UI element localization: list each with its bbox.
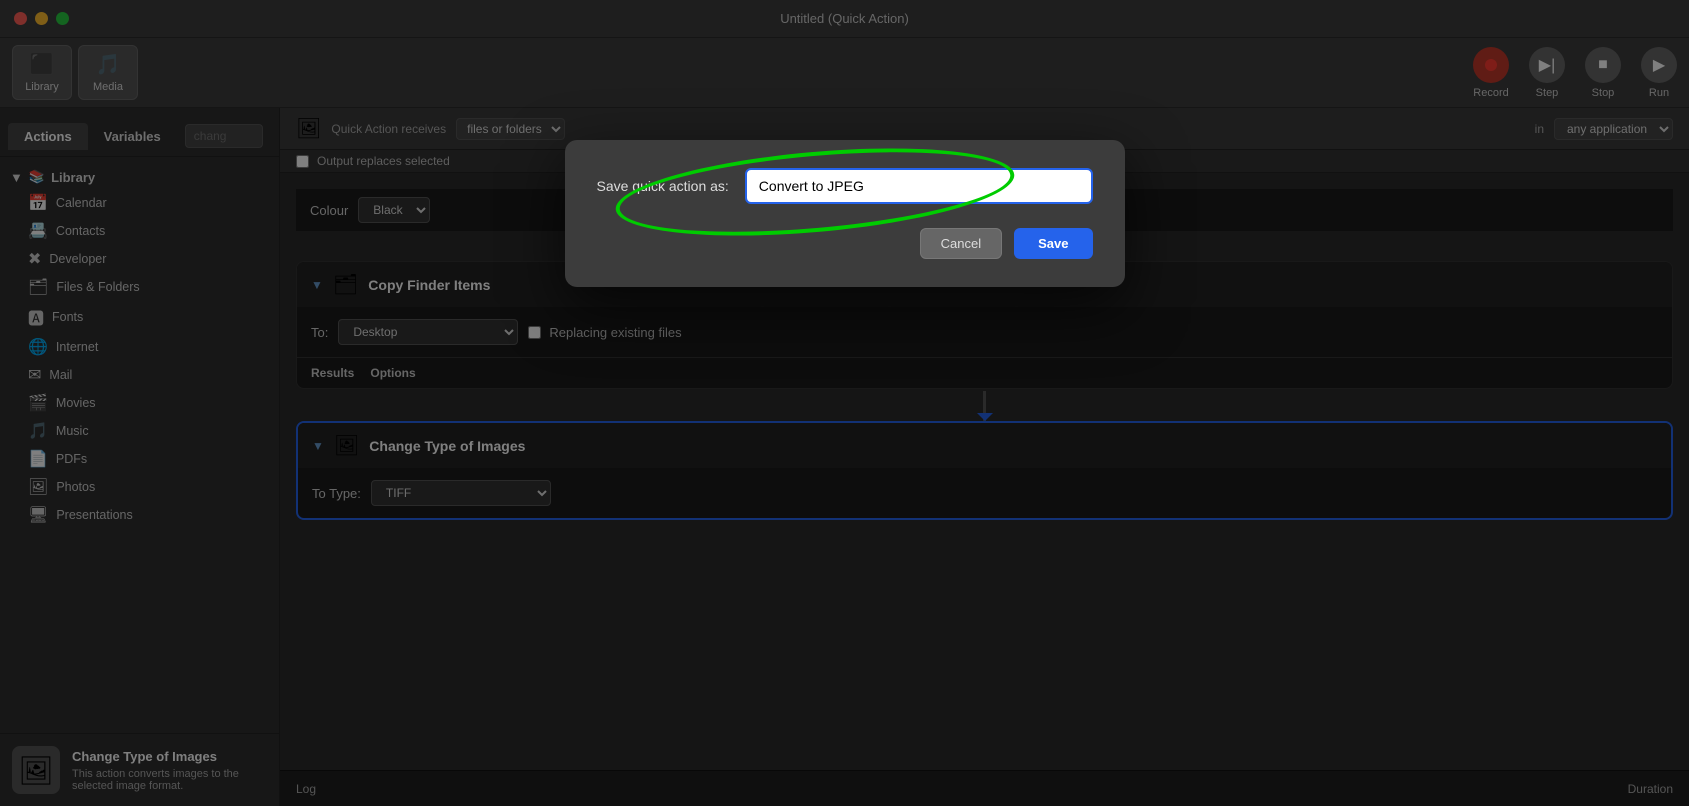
save-button[interactable]: Save [1014,228,1092,259]
modal-input-row: Save quick action as: [597,168,1093,204]
cancel-button[interactable]: Cancel [920,228,1002,259]
action-name-input[interactable] [745,168,1093,204]
modal-overlay: Save quick action as: Cancel Save [0,0,1689,806]
modal-buttons: Cancel Save [597,228,1093,259]
save-label: Save quick action as: [597,178,729,194]
save-dialog: Save quick action as: Cancel Save [565,140,1125,287]
